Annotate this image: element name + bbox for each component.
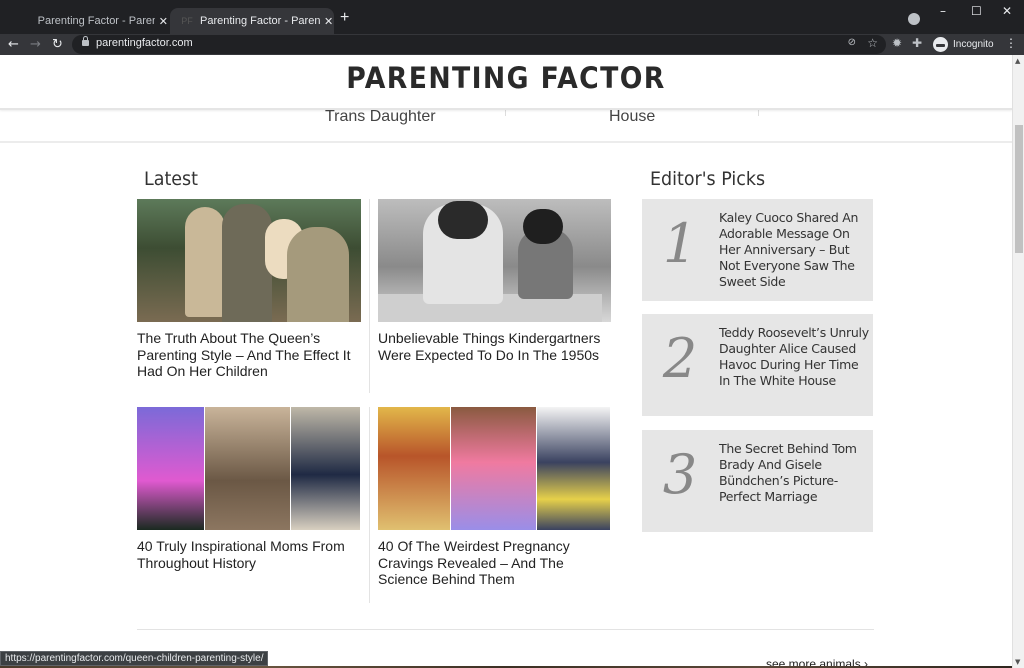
url-text[interactable]: parentingfactor.com	[96, 37, 193, 49]
article-title[interactable]: Unbelievable Things Kindergartners Were …	[378, 330, 611, 363]
featured-item[interactable]: Trans Daughter	[325, 108, 436, 126]
reload-button[interactable]: ↻	[52, 34, 63, 55]
extension-icon[interactable]: ✹	[892, 36, 902, 50]
close-window-button[interactable]: ✕	[1002, 4, 1012, 18]
favicon-icon	[18, 14, 32, 28]
maximize-button[interactable]: ☐	[971, 4, 982, 18]
eye-off-icon[interactable]: ⊘	[848, 37, 856, 48]
divider	[505, 110, 506, 116]
menu-icon[interactable]: ⋮	[1005, 36, 1017, 50]
profile-label: Incognito	[953, 39, 994, 50]
pick-title[interactable]: The Secret Behind Tom Brady And Gisele B…	[719, 441, 869, 505]
article-card[interactable]: Unbelievable Things Kindergartners Were …	[378, 199, 611, 363]
tab-title: Parenting Factor - Parenting Factor	[37, 15, 155, 27]
tab-inactive[interactable]: Parenting Factor - Parenting Factor ✕	[8, 8, 168, 34]
link-status-tooltip: https://parentingfactor.com/queen-childr…	[0, 651, 269, 666]
tab-search-icon[interactable]	[908, 13, 920, 25]
article-card[interactable]: The Truth About The Queen’s Parenting St…	[137, 199, 361, 380]
article-title[interactable]: The Truth About The Queen’s Parenting St…	[137, 330, 361, 380]
scroll-up-icon[interactable]: ▲	[1015, 57, 1020, 65]
incognito-icon	[933, 37, 948, 52]
minimize-button[interactable]: –	[940, 4, 946, 18]
tab-close-icon[interactable]: ✕	[324, 15, 333, 28]
article-image[interactable]	[378, 199, 611, 322]
article-image[interactable]	[137, 407, 361, 530]
pick-rank: 2	[662, 327, 698, 390]
forward-button[interactable]: →	[30, 34, 41, 55]
article-image[interactable]	[137, 199, 361, 322]
back-button[interactable]: ←	[8, 34, 19, 55]
article-card[interactable]: 40 Of The Weirdest Pregnancy Cravings Re…	[378, 407, 611, 588]
editors-picks-heading: Editor's Picks	[650, 168, 766, 190]
favicon-icon: PF	[181, 16, 193, 26]
article-title[interactable]: 40 Truly Inspirational Moms From Through…	[137, 538, 361, 571]
site-logo[interactable]: PARENTING FACTOR	[40, 61, 971, 95]
page-scrollbar[interactable]: ▲ ▼	[1012, 55, 1024, 668]
article-card[interactable]: 40 Truly Inspirational Moms From Through…	[137, 407, 361, 571]
pick-rank: 1	[662, 212, 698, 275]
pick-title[interactable]: Teddy Roosevelt’s Unruly Daughter Alice …	[719, 325, 869, 389]
article-title[interactable]: 40 Of The Weirdest Pregnancy Cravings Re…	[378, 538, 611, 588]
bookmark-star-icon[interactable]: ☆	[867, 36, 878, 50]
page-viewport: PARENTING FACTOR Trans Daughter House La…	[0, 55, 1012, 668]
divider	[369, 199, 370, 393]
tab-active[interactable]: PF Parenting Factor - Parenting Factor ✕	[170, 8, 334, 34]
article-image[interactable]	[378, 407, 611, 530]
pick-title[interactable]: Kaley Cuoco Shared An Adorable Message O…	[719, 210, 869, 290]
incognito-profile-button[interactable]: Incognito	[930, 36, 994, 53]
site-header: PARENTING FACTOR	[0, 55, 1012, 110]
scroll-down-icon[interactable]: ▼	[1015, 658, 1020, 666]
featured-item[interactable]: House	[609, 108, 655, 126]
featured-strip: Trans Daughter House	[0, 108, 1012, 143]
scrollbar-thumb[interactable]	[1015, 125, 1023, 253]
editors-pick-item[interactable]: 1 Kaley Cuoco Shared An Adorable Message…	[642, 199, 873, 301]
lock-icon[interactable]	[82, 36, 89, 46]
editors-pick-item[interactable]: 3 The Secret Behind Tom Brady And Gisele…	[642, 430, 873, 532]
divider	[369, 407, 370, 603]
section-divider	[137, 629, 874, 630]
browser-tab-strip: Parenting Factor - Parenting Factor ✕ PF…	[0, 0, 1024, 34]
browser-toolbar: ← → ↻ parentingfactor.com ⊘ ☆ ✹ ✚ Incogn…	[0, 34, 1024, 55]
latest-heading: Latest	[144, 168, 199, 190]
puzzle-extensions-icon[interactable]: ✚	[912, 36, 922, 50]
tab-title: Parenting Factor - Parenting Factor	[200, 15, 320, 27]
new-tab-button[interactable]: +	[340, 9, 349, 27]
editors-pick-item[interactable]: 2 Teddy Roosevelt’s Unruly Daughter Alic…	[642, 314, 873, 416]
divider	[758, 110, 759, 116]
address-bar[interactable]: parentingfactor.com ⊘ ☆	[72, 35, 886, 54]
pick-rank: 3	[662, 443, 698, 506]
tab-close-icon[interactable]: ✕	[159, 15, 168, 28]
